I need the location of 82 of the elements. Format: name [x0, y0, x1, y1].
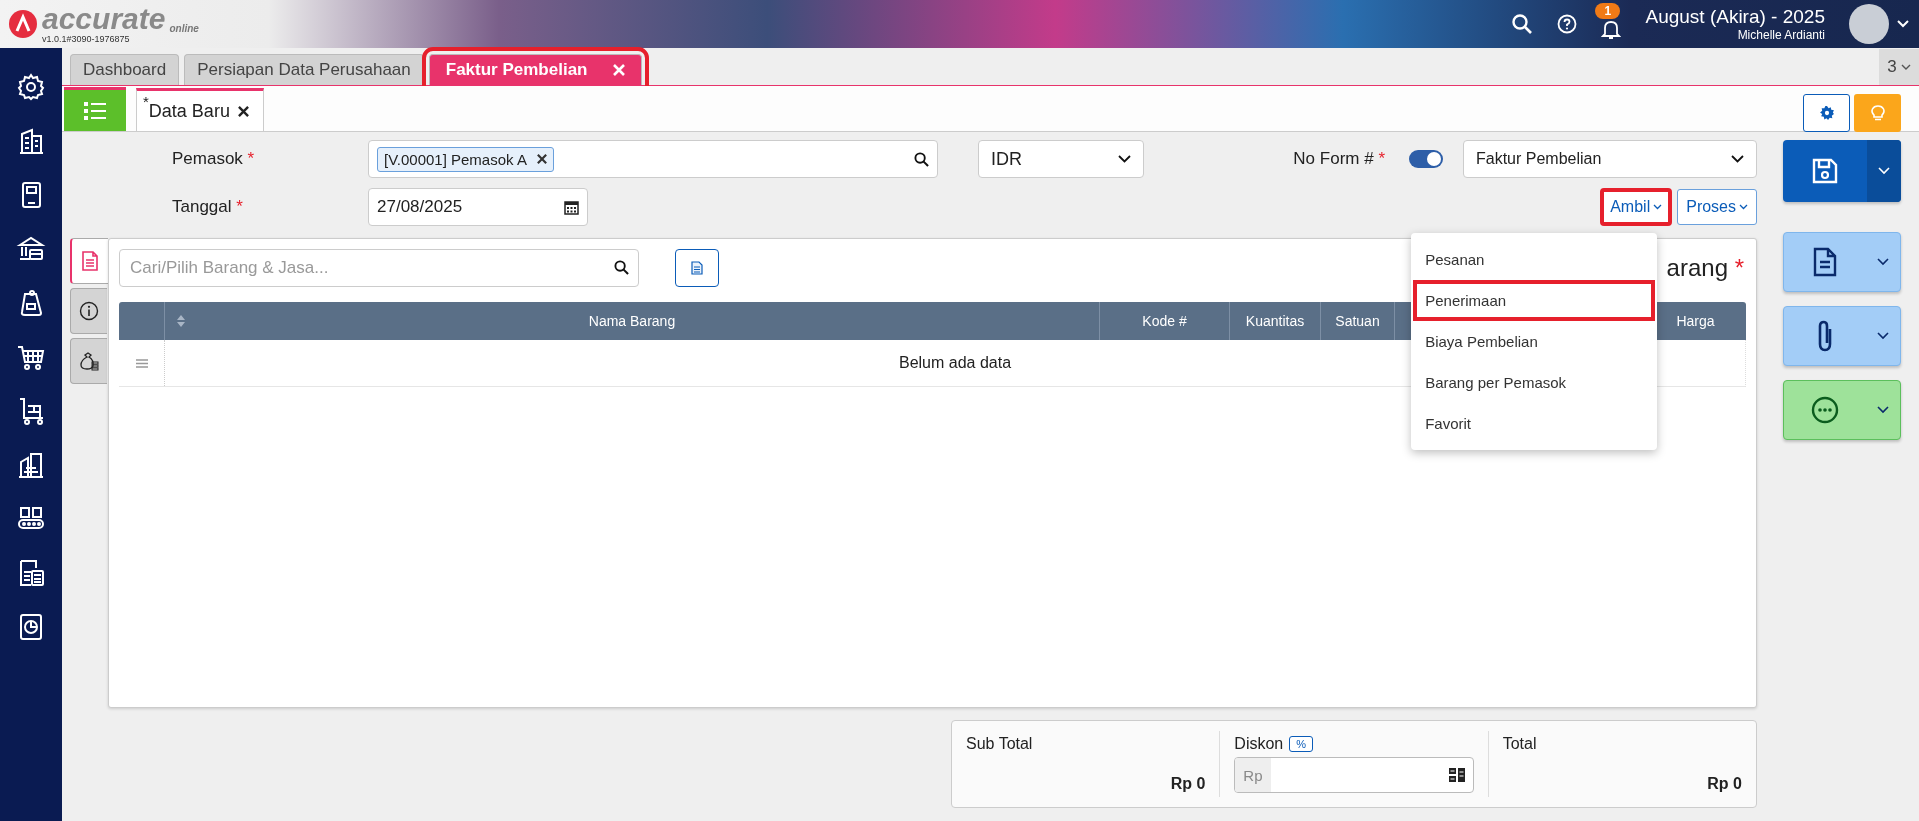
settings-icon: [1818, 104, 1835, 121]
search-icon[interactable]: [1511, 13, 1534, 35]
drag-handle-icon[interactable]: [135, 358, 148, 368]
document-icon: [691, 261, 703, 275]
document-icon: [1812, 247, 1838, 277]
logo-icon: [8, 9, 38, 39]
chevron-icon: [1877, 332, 1889, 340]
document-button[interactable]: [675, 249, 719, 287]
document-icon: [81, 251, 99, 271]
chevron-icon: [1118, 155, 1131, 163]
money-bag-tab[interactable]: [70, 338, 107, 384]
chevron-icon: [1653, 204, 1663, 210]
action-dropdown-button[interactable]: Ambil: [1601, 189, 1672, 225]
calendar-icon[interactable]: [564, 199, 579, 215]
tab-count-dropdown[interactable]: 3: [1879, 49, 1919, 85]
calculator-icon[interactable]: [1448, 768, 1465, 782]
search-icon[interactable]: [614, 260, 629, 275]
notification-badge: 1: [1595, 3, 1621, 19]
chevron-icon: [1878, 167, 1890, 175]
empty-message: Belum ada data: [898, 354, 1012, 372]
total-value: Rp 0: [1707, 775, 1742, 793]
close-icon[interactable]: [237, 105, 249, 117]
menu-item[interactable]: Pesanan: [1413, 239, 1656, 280]
save-button[interactable]: [1783, 140, 1901, 202]
period-text[interactable]: August (Akira) - 2025: [1645, 6, 1825, 28]
supplier-field[interactable]: [V.00001] Pemasok A: [368, 140, 938, 178]
subtotal-label: Sub Total: [966, 735, 1034, 753]
page-tab[interactable]: Persiapan Data Perusahaan: [184, 54, 424, 85]
logo-subtext: online: [169, 23, 199, 34]
menu-item[interactable]: Barang per Pemasok: [1413, 362, 1656, 403]
document-tab[interactable]: [70, 238, 108, 284]
menu-item[interactable]: Favorit: [1413, 403, 1656, 444]
caret-icon: [1900, 63, 1911, 71]
panel-title: arang *: [1666, 254, 1745, 282]
gear-icon[interactable]: [16, 72, 46, 102]
more-icon: [1810, 395, 1840, 425]
column-header: Kuantitas: [1229, 302, 1320, 340]
date-field[interactable]: 27/08/2025: [368, 188, 588, 226]
info-tab[interactable]: [70, 288, 107, 334]
form-type-dropdown[interactable]: Faktur Pembelian: [1463, 140, 1757, 178]
sort-icon[interactable]: [177, 315, 185, 327]
bell-icon[interactable]: [1601, 19, 1622, 41]
settings-button[interactable]: [1803, 93, 1850, 132]
floppy-disk-icon: [1810, 156, 1840, 186]
action-dropdown-button[interactable]: Proses: [1677, 189, 1757, 225]
document-button[interactable]: [1783, 232, 1901, 292]
version-text: v1.0.1#3090-1976875: [42, 34, 131, 44]
discount-label: Diskon: [1234, 735, 1284, 753]
lightbulb-icon: [1869, 103, 1886, 122]
supplier-chip[interactable]: [V.00001] Pemasok A: [377, 146, 554, 172]
info-icon: [79, 301, 99, 321]
percent-toggle[interactable]: %: [1289, 736, 1313, 752]
money-bag-icon: [79, 351, 99, 371]
currency-dropdown[interactable]: IDR: [978, 140, 1144, 178]
remove-icon[interactable]: [536, 154, 547, 164]
list-button[interactable]: [64, 87, 126, 131]
avatar[interactable]: [1849, 4, 1889, 44]
caret-icon[interactable]: [1897, 20, 1909, 28]
list-icon: [84, 101, 106, 120]
column-header: Satuan: [1320, 302, 1394, 340]
total-label: Total: [1502, 735, 1538, 753]
more-button[interactable]: [1783, 380, 1901, 440]
chevron-icon: [1731, 155, 1744, 163]
document-tab[interactable]: $^{*}$Data Baru: [136, 88, 264, 131]
item-search-field[interactable]: Cari/Pilih Barang & Jasa...: [119, 249, 639, 287]
logo-text: accurate: [42, 4, 166, 34]
column-header: Nama Barang: [164, 302, 1099, 340]
chevron-icon: [1877, 406, 1889, 414]
search-icon[interactable]: [914, 151, 929, 167]
help-icon[interactable]: [1557, 14, 1578, 34]
chevron-icon: [1739, 204, 1748, 210]
user-name: Michelle Ardianti: [1737, 28, 1825, 42]
date-label: Tanggal *: [171, 197, 244, 217]
form-number-toggle[interactable]: [1409, 150, 1443, 168]
factory-icon[interactable]: [16, 450, 46, 480]
supplier-label: Pemasok *: [171, 149, 256, 169]
chevron-icon: [1877, 258, 1889, 266]
page-tab[interactable]: Dashboard: [70, 54, 180, 85]
attachment-button[interactable]: [1783, 306, 1901, 366]
subtotal-value: Rp 0: [1170, 775, 1206, 793]
form-number-label: No Form # *: [1293, 149, 1385, 169]
column-header: Kode #: [1099, 302, 1229, 340]
